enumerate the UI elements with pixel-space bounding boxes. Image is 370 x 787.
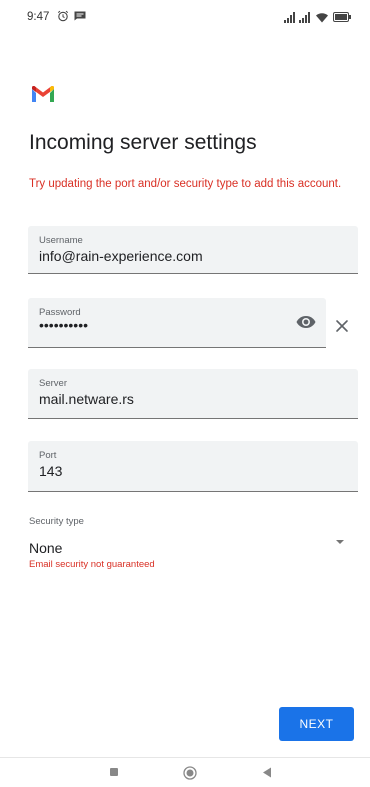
- port-value[interactable]: 143: [39, 463, 62, 479]
- port-label: Port: [39, 450, 57, 461]
- battery-icon: [333, 12, 351, 22]
- status-icons-right: [284, 12, 351, 23]
- server-label: Server: [39, 378, 67, 389]
- status-bar: 9:47: [0, 0, 370, 36]
- dropdown-arrow-icon: [336, 540, 344, 544]
- message-icon: [74, 11, 86, 21]
- security-type-label: Security type: [29, 516, 84, 527]
- close-icon[interactable]: [335, 319, 349, 333]
- wifi-icon: [316, 13, 328, 23]
- eye-icon[interactable]: [296, 315, 316, 329]
- signal-icon: [284, 12, 295, 23]
- username-value[interactable]: info@rain-experience.com: [39, 248, 203, 264]
- signal-icon: [299, 12, 310, 23]
- server-field[interactable]: Server mail.netware.rs: [28, 369, 358, 419]
- server-value[interactable]: mail.netware.rs: [39, 391, 134, 407]
- error-message: Try updating the port and/or security ty…: [29, 178, 342, 190]
- recents-icon[interactable]: [110, 768, 118, 776]
- password-value[interactable]: ••••••••••: [39, 317, 88, 333]
- back-icon[interactable]: [262, 767, 272, 778]
- username-label: Username: [39, 235, 83, 246]
- divider: [0, 757, 370, 758]
- gmail-logo: [32, 86, 54, 102]
- username-field[interactable]: Username info@rain-experience.com: [28, 226, 358, 274]
- home-icon[interactable]: [183, 766, 197, 780]
- security-warning: Email security not guaranteed: [29, 559, 155, 570]
- password-field[interactable]: Password ••••••••••: [28, 298, 326, 348]
- port-field[interactable]: Port 143: [28, 441, 358, 492]
- status-time: 9:47: [27, 11, 50, 23]
- security-type-value: None: [29, 540, 63, 556]
- alarm-icon: [57, 10, 69, 22]
- page-title: Incoming server settings: [29, 131, 257, 154]
- next-button[interactable]: NEXT: [279, 707, 354, 741]
